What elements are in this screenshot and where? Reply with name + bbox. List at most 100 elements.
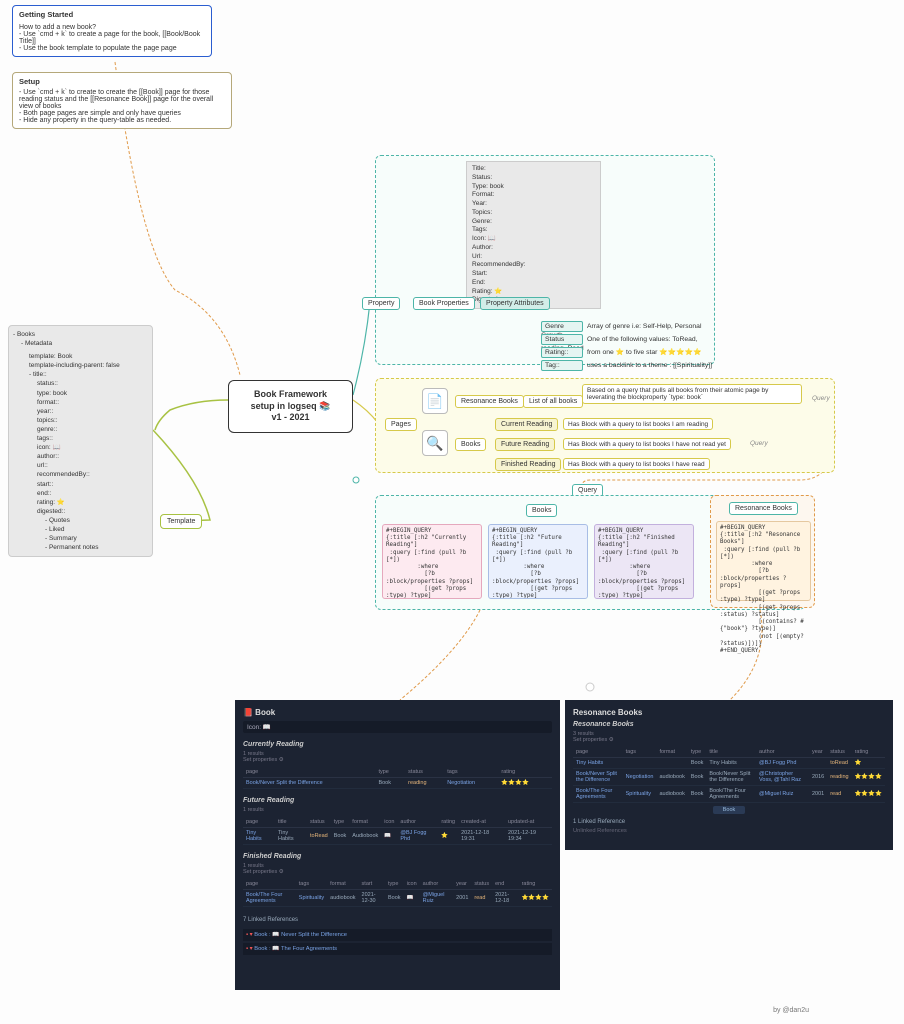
center-line2: setup in logseq 📚 xyxy=(235,401,346,413)
metadata-line: template: Book xyxy=(13,352,148,361)
section-currently-reading: Currently Reading xyxy=(243,741,552,748)
metadata-line: status:: xyxy=(13,379,148,388)
resonance-setprops[interactable]: Set properties ⚙ xyxy=(573,737,885,743)
property-attributes-node[interactable]: Property Attributes xyxy=(480,297,550,310)
paper-icon: 📄 xyxy=(422,388,448,414)
setup-title: Setup xyxy=(19,77,225,86)
metadata-line: - Quotes xyxy=(13,516,148,525)
metadata-line: url:: xyxy=(13,461,148,470)
attr-tag-label: Tag:: xyxy=(541,360,583,371)
query-reso-label[interactable]: Resonance Books xyxy=(729,502,798,515)
metadata-line: - Liked xyxy=(13,525,148,534)
getting-started-line2: - Use the book template to populate the … xyxy=(19,45,205,52)
finished-reading-node[interactable]: Finished Reading xyxy=(495,458,561,471)
metadata-line: - Permanent notes xyxy=(13,543,148,552)
metadata-line: template-including-parent: false xyxy=(13,361,148,370)
table-row: Book/The Four AgreementsSpiritualityaudi… xyxy=(573,786,885,803)
metadata-line: end:: xyxy=(13,489,148,498)
pages-tab[interactable]: Pages xyxy=(385,418,417,431)
property-tab[interactable]: Property xyxy=(362,297,400,310)
metadata-line: genre:: xyxy=(13,425,148,434)
current-reading-note: Has Block with a query to list books I a… xyxy=(563,418,713,430)
books-node[interactable]: Books xyxy=(455,438,486,451)
setup-line2: - Both page pages are simple and only ha… xyxy=(19,110,225,117)
table-row: Book/The Four AgreementsSpiritualityaudi… xyxy=(243,890,552,907)
resonance-page-title: Resonance Books xyxy=(573,708,885,717)
section-future-reading-count: 1 results xyxy=(243,807,552,813)
book-icon-row: Icon: 📖 xyxy=(243,721,552,733)
attr-status-label: Status xyxy=(541,334,583,345)
setup-line3: - Hide any property in the query-table a… xyxy=(19,117,225,124)
section-currently-reading-setprops[interactable]: Set properties ⚙ xyxy=(243,757,552,763)
metadata-line: start:: xyxy=(13,480,148,489)
reso-unlinked-references[interactable]: Unlinked References xyxy=(573,828,885,834)
linked-ref-2[interactable]: Book : 📖 The Four Agreements xyxy=(254,946,337,952)
query-resonance-books: #+BEGIN_QUERY {:title [:h2 "Resonance Bo… xyxy=(716,521,811,601)
metadata-line: recommendedBy:: xyxy=(13,470,148,479)
query-resonance-group: Resonance Books #+BEGIN_QUERY {:title [:… xyxy=(710,495,815,608)
section-future-reading: Future Reading xyxy=(243,797,552,804)
setup-line1: - Use `cmd + k` to create to create the … xyxy=(19,89,225,110)
future-reading-node[interactable]: Future Reading xyxy=(495,438,555,451)
setup-box: Setup - Use `cmd + k` to create to creat… xyxy=(12,72,232,129)
center-title-node[interactable]: Book Framework setup in logseq 📚 v1 - 20… xyxy=(228,380,353,433)
current-reading-node[interactable]: Current Reading xyxy=(495,418,558,431)
finished-reading-table: pagetagsformatstarttypeiconauthoryearsta… xyxy=(243,879,552,907)
credit-text: by @dan2u xyxy=(773,1007,809,1014)
resonance-page-screenshot: Resonance Books Resonance Books 3 result… xyxy=(565,700,893,850)
metadata-line: tags:: xyxy=(13,434,148,443)
center-line3: v1 - 2021 xyxy=(235,412,346,424)
attr-genre-label: Genre xyxy=(541,321,583,332)
table-row: Book/Never Split the DifferenceNegotiati… xyxy=(573,769,885,786)
template-node[interactable]: Template xyxy=(160,514,202,529)
center-line1: Book Framework xyxy=(235,389,346,401)
query-books-label[interactable]: Books xyxy=(526,504,557,517)
metadata-line: icon: 📖 xyxy=(13,443,148,452)
metadata-line: type: book xyxy=(13,389,148,398)
metadata-books: - Books xyxy=(13,330,148,339)
metadata-line: year:: xyxy=(13,407,148,416)
attr-tag-value: uses a backlink to a theme : [[Spiritual… xyxy=(587,362,712,369)
currently-reading-table: pagetypestatustagsrating Book/Never Spli… xyxy=(243,767,552,789)
resonance-table: pagetagsformattypetitleauthoryearstatusr… xyxy=(573,747,885,803)
reso-linked-references[interactable]: 1 Linked Reference xyxy=(573,819,885,825)
book-properties-node[interactable]: Book Properties xyxy=(413,297,475,310)
query-hint-1: Query xyxy=(812,395,830,402)
linked-ref-1[interactable]: Book : 📖 Never Split the Difference xyxy=(254,932,347,938)
metadata-line: author:: xyxy=(13,452,148,461)
list-all-books-node[interactable]: List of all books xyxy=(523,395,583,408)
book-page-title: 📕 Book xyxy=(243,708,552,717)
magnifier-icon: 🔍 xyxy=(422,430,448,456)
query-currently-reading: #+BEGIN_QUERY {:title [:h2 "Currently Re… xyxy=(382,524,482,599)
getting-started-question: How to add a new book? xyxy=(19,24,205,31)
metadata-line: format:: xyxy=(13,398,148,407)
property-code-block: Title: Status: Type: book Format: Year: … xyxy=(466,161,601,309)
resonance-section: Resonance Books xyxy=(573,721,885,728)
query-hint-2: Query xyxy=(750,440,768,447)
metadata-meta: - Metadata xyxy=(13,339,148,348)
finished-reading-note: Has Block with a query to list books I h… xyxy=(563,458,710,470)
section-finished-reading-setprops[interactable]: Set properties ⚙ xyxy=(243,869,552,875)
property-group: Title: Status: Type: book Format: Year: … xyxy=(375,155,715,365)
book-page-screenshot: 📕 Book Icon: 📖 Currently Reading 1 resul… xyxy=(235,700,560,990)
metadata-line: topics:: xyxy=(13,416,148,425)
table-row: Tiny HabitsTiny HabitstoReadBookAudioboo… xyxy=(243,828,552,845)
query-finished-reading: #+BEGIN_QUERY {:title [:h2 "Finished Rea… xyxy=(594,524,694,599)
future-reading-note: Has Block with a query to list books I h… xyxy=(563,438,731,450)
metadata-box: - Books - Metadata template: Book templa… xyxy=(8,325,153,557)
section-finished-reading: Finished Reading xyxy=(243,853,552,860)
attr-rating-label: Rating:: xyxy=(541,347,583,358)
resonance-books-node[interactable]: Resonance Books xyxy=(455,395,524,408)
metadata-line: - title:: xyxy=(13,370,148,379)
future-reading-table: pagetitlestatustypeformaticonauthorratin… xyxy=(243,817,552,845)
metadata-line: digested:: xyxy=(13,507,148,516)
getting-started-title: Getting Started xyxy=(19,10,205,19)
query-future-reading: #+BEGIN_QUERY {:title [:h2 "Future Readi… xyxy=(488,524,588,599)
attr-rating-value: from one ⭐ to five star ⭐⭐⭐⭐⭐ xyxy=(587,349,702,356)
resonance-note: Based on a query that pulls all books fr… xyxy=(582,384,802,404)
getting-started-box: Getting Started How to add a new book? -… xyxy=(12,5,212,57)
metadata-line: rating: ⭐ xyxy=(13,498,148,507)
table-row: Tiny HabitsBookTiny Habits@BJ Fogg Phdto… xyxy=(573,758,885,769)
linked-references[interactable]: 7 Linked References xyxy=(243,917,552,923)
getting-started-line1: - Use `cmd + k` to create a page for the… xyxy=(19,31,205,45)
